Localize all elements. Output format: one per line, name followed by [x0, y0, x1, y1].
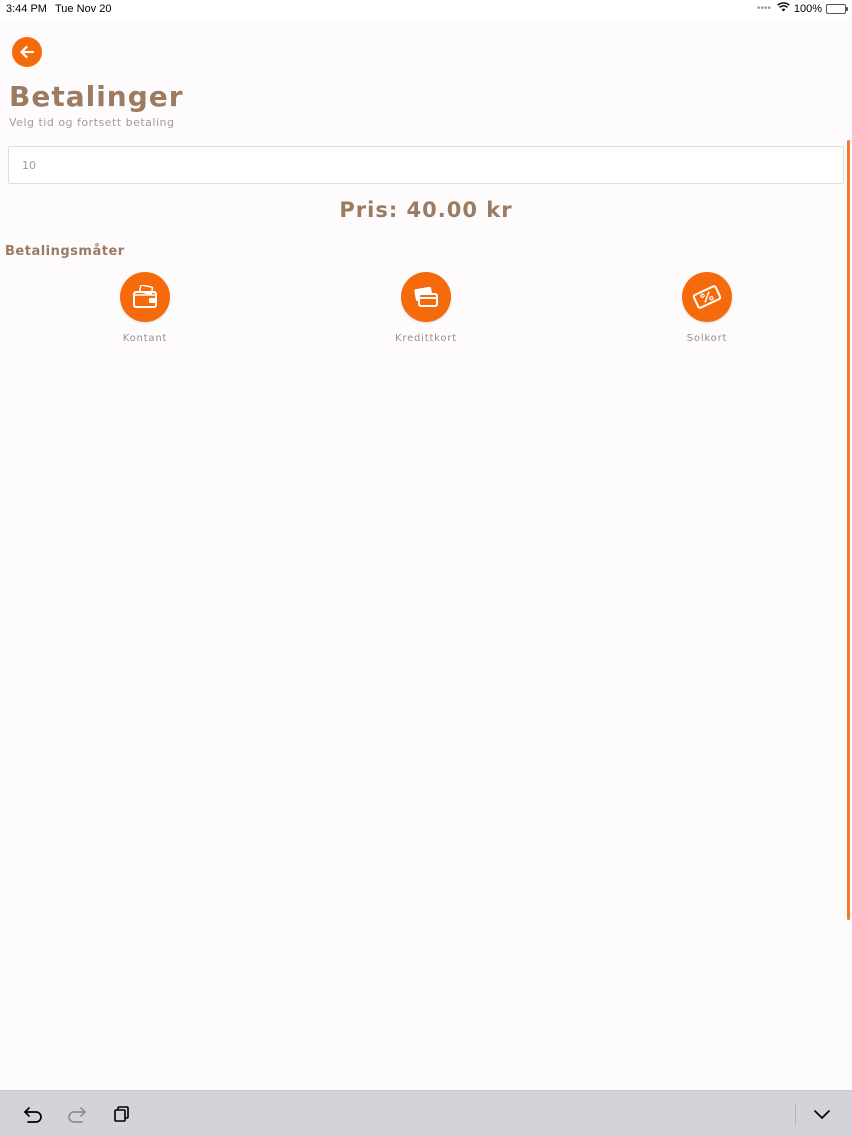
status-time: 3:44 PM — [6, 3, 47, 15]
keyboard-shortcut-toolbar — [0, 1090, 852, 1136]
status-bar: 3:44 PM Tue Nov 20 •••• 100% — [0, 0, 852, 18]
payment-method-label: Solkort — [686, 333, 728, 344]
signal-dots-icon: •••• — [756, 3, 771, 14]
payment-methods-title: Betalingsmåter — [5, 244, 125, 259]
credit-card-icon — [414, 286, 438, 307]
dismiss-keyboard-button[interactable] — [811, 1103, 833, 1125]
payment-method-label: Kredittkort — [395, 333, 457, 344]
page-title: Betalinger — [9, 80, 184, 113]
price-label: Pris: 40.00 kr — [339, 198, 513, 222]
paste-button[interactable] — [111, 1103, 133, 1125]
undo-button[interactable] — [22, 1103, 44, 1125]
wallet-icon — [133, 285, 157, 308]
battery-percent: 100% — [793, 2, 822, 15]
clipboard-icon — [114, 1106, 129, 1122]
payment-screen: Betalinger Velg tid og fortsett betaling… — [0, 18, 852, 1090]
solkort-button[interactable] — [682, 272, 732, 322]
payment-method-solkort[interactable]: Solkort — [647, 272, 767, 344]
status-right: •••• 100% — [756, 2, 848, 15]
undo-icon — [24, 1107, 42, 1123]
toolbar-divider — [795, 1103, 796, 1125]
back-button[interactable] — [12, 37, 42, 67]
redo-icon — [68, 1107, 86, 1123]
redo-button[interactable] — [66, 1103, 88, 1125]
payment-method-credit-card[interactable]: Kredittkort — [366, 272, 486, 344]
credit-card-button[interactable] — [401, 272, 451, 322]
payment-method-cash[interactable]: Kontant — [85, 272, 205, 344]
arrow-left-icon — [20, 45, 35, 59]
payment-method-label: Kontant — [122, 333, 168, 344]
wifi-icon — [777, 2, 790, 15]
cash-button[interactable] — [120, 272, 170, 322]
page-subtitle: Velg tid og fortsett betaling — [9, 116, 175, 129]
chevron-down-icon — [814, 1110, 830, 1119]
scrollbar[interactable] — [847, 140, 850, 920]
battery-icon — [826, 3, 848, 14]
time-input[interactable] — [8, 146, 844, 184]
discount-card-icon — [692, 285, 722, 309]
status-date: Tue Nov 20 — [55, 3, 112, 15]
